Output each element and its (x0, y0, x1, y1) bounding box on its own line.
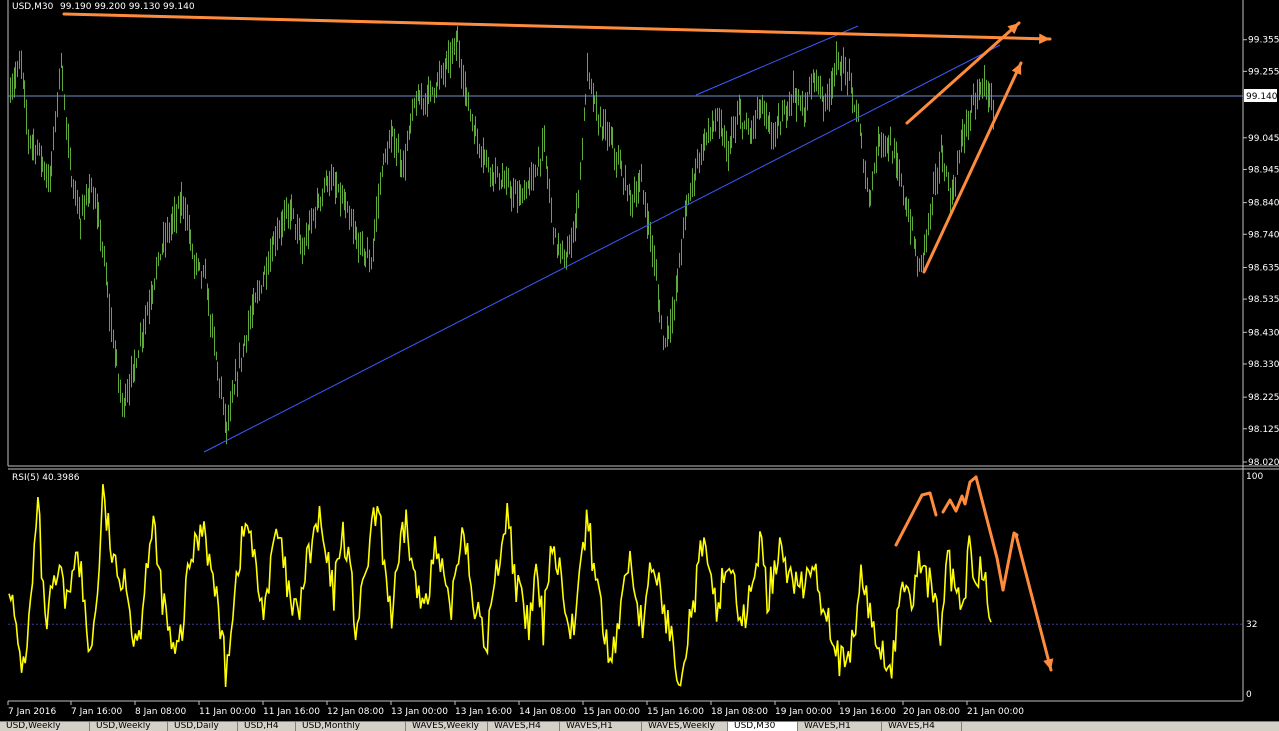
time-tick-label: 12 Jan 08:00 (327, 707, 384, 717)
time-tick-label: 7 Jan 2016 (8, 707, 56, 717)
rsi-tick-label: 100 (1246, 472, 1263, 482)
rsi-tick-label: 32 (1246, 620, 1257, 630)
time-tick-label: 20 Jan 08:00 (903, 707, 960, 717)
current-price-label: 99.140 (1246, 92, 1278, 102)
time-tick-label: 13 Jan 00:00 (391, 707, 448, 717)
price-tick-label: 98.430 (1248, 328, 1279, 338)
rsi-tick-label: 0 (1246, 690, 1252, 700)
price-tick-label: 98.225 (1248, 393, 1279, 403)
price-tick-label: 98.535 (1248, 295, 1279, 305)
time-tick-label: 13 Jan 16:00 (455, 707, 512, 717)
price-tick-label: 98.125 (1248, 425, 1279, 435)
ohlc-readout: 99.190 99.200 99.130 99.140 (60, 2, 195, 12)
price-tick-label: 98.020 (1248, 458, 1279, 468)
price-tick-label: 98.945 (1248, 165, 1279, 175)
price-tick-label: 98.330 (1248, 360, 1279, 370)
chart-window[interactable]: 99.355 99.255 99.045 98.945 98.840 98.740 98.6… (0, 0, 1279, 731)
time-tick-label: 19 Jan 00:00 (775, 707, 832, 717)
time-tick-label: 19 Jan 16:00 (839, 707, 896, 717)
time-tick-label: 15 Jan 00:00 (583, 707, 640, 717)
chart-svg[interactable]: 99.355 99.255 99.045 98.945 98.840 98.740 98.6… (0, 0, 1279, 721)
time-tick-label: 18 Jan 08:00 (711, 707, 768, 717)
price-tick-label: 99.045 (1248, 134, 1279, 144)
rsi-title: RSI(5) 40.3986 (12, 473, 80, 483)
price-tick-label: 98.840 (1248, 199, 1279, 209)
price-tick-label: 99.355 (1248, 36, 1279, 46)
chart-title: USD,M30 (12, 2, 54, 12)
time-tick-label: 8 Jan 08:00 (135, 707, 187, 717)
time-tick-label: 14 Jan 08:00 (519, 707, 576, 717)
time-tick-label: 11 Jan 00:00 (199, 707, 256, 717)
price-tick-label: 98.740 (1248, 230, 1279, 240)
price-tick-label: 98.635 (1248, 263, 1279, 273)
price-tick-label: 99.255 (1248, 67, 1279, 77)
time-tick-label: 11 Jan 16:00 (263, 707, 320, 717)
time-tick-label: 7 Jan 16:00 (71, 707, 123, 717)
time-tick-label: 21 Jan 00:00 (967, 707, 1024, 717)
time-tick-label: 15 Jan 16:00 (647, 707, 704, 717)
